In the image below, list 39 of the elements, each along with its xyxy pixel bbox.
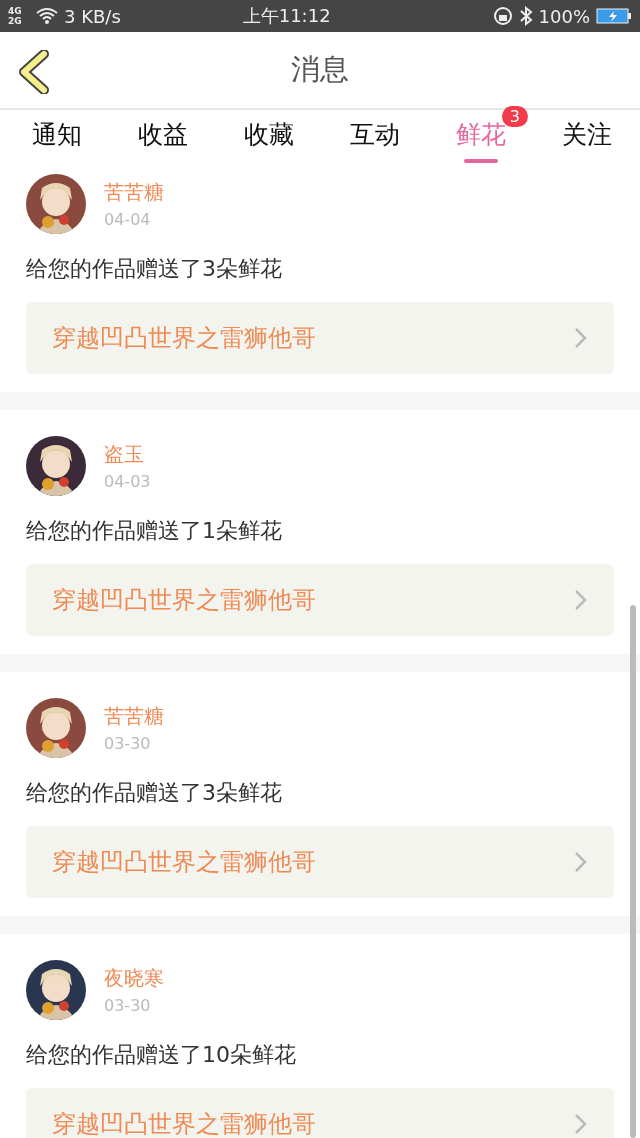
chevron-right-icon [574,589,588,611]
work-title: 穿越凹凸世界之雷狮他哥 [52,323,316,354]
wifi-icon [36,7,58,25]
rotation-lock-icon [492,6,513,26]
work-title: 穿越凹凸世界之雷狮他哥 [52,1109,316,1138]
message-date: 04-03 [104,472,151,491]
chevron-right-icon [574,327,588,349]
network-indicator: 4G 2G [8,6,23,26]
back-button[interactable] [16,50,50,94]
battery-icon [596,7,632,25]
message-date: 03-30 [104,734,152,753]
user-name[interactable]: 盗玉 [104,441,151,468]
tab[interactable]: 互动 [322,110,428,170]
chevron-right-icon [574,1113,588,1135]
work-link[interactable]: 穿越凹凸世界之雷狮他哥 [26,302,614,374]
work-link[interactable]: 穿越凹凸世界之雷狮他哥 [26,1088,614,1138]
message-date: 04-04 [104,210,152,229]
chevron-right-icon [574,851,588,873]
message-text: 给您的作品赠送了3朵鲜花 [26,779,283,807]
message-text: 给您的作品赠送了10朵鲜花 [26,1041,297,1069]
clock: 上午11:12 [241,4,332,28]
battery-level: 100% [538,5,590,27]
bluetooth-icon [518,6,533,26]
user-name[interactable]: 苦苦糖 [104,179,164,206]
message-date: 03-30 [104,996,152,1015]
work-link[interactable]: 穿越凹凸世界之雷狮他哥 [26,564,614,636]
work-title: 穿越凹凸世界之雷狮他哥 [52,585,316,616]
message-text: 给您的作品赠送了3朵鲜花 [26,255,283,283]
tab[interactable]: 收益 [110,110,216,170]
user-name[interactable]: 苦苦糖 [104,703,164,730]
user-name[interactable]: 夜晓寒 [104,965,164,992]
tab[interactable]: 收藏 [216,110,322,170]
work-link[interactable]: 穿越凹凸世界之雷狮他哥 [26,826,614,898]
page-title: 消息 [291,51,349,88]
tab[interactable]: 关注 [534,110,640,170]
tab[interactable]: 通知 [4,110,110,170]
work-title: 穿越凹凸世界之雷狮他哥 [52,847,316,878]
message-text: 给您的作品赠送了1朵鲜花 [26,517,283,545]
network-speed: 3 KB/s [64,5,121,27]
